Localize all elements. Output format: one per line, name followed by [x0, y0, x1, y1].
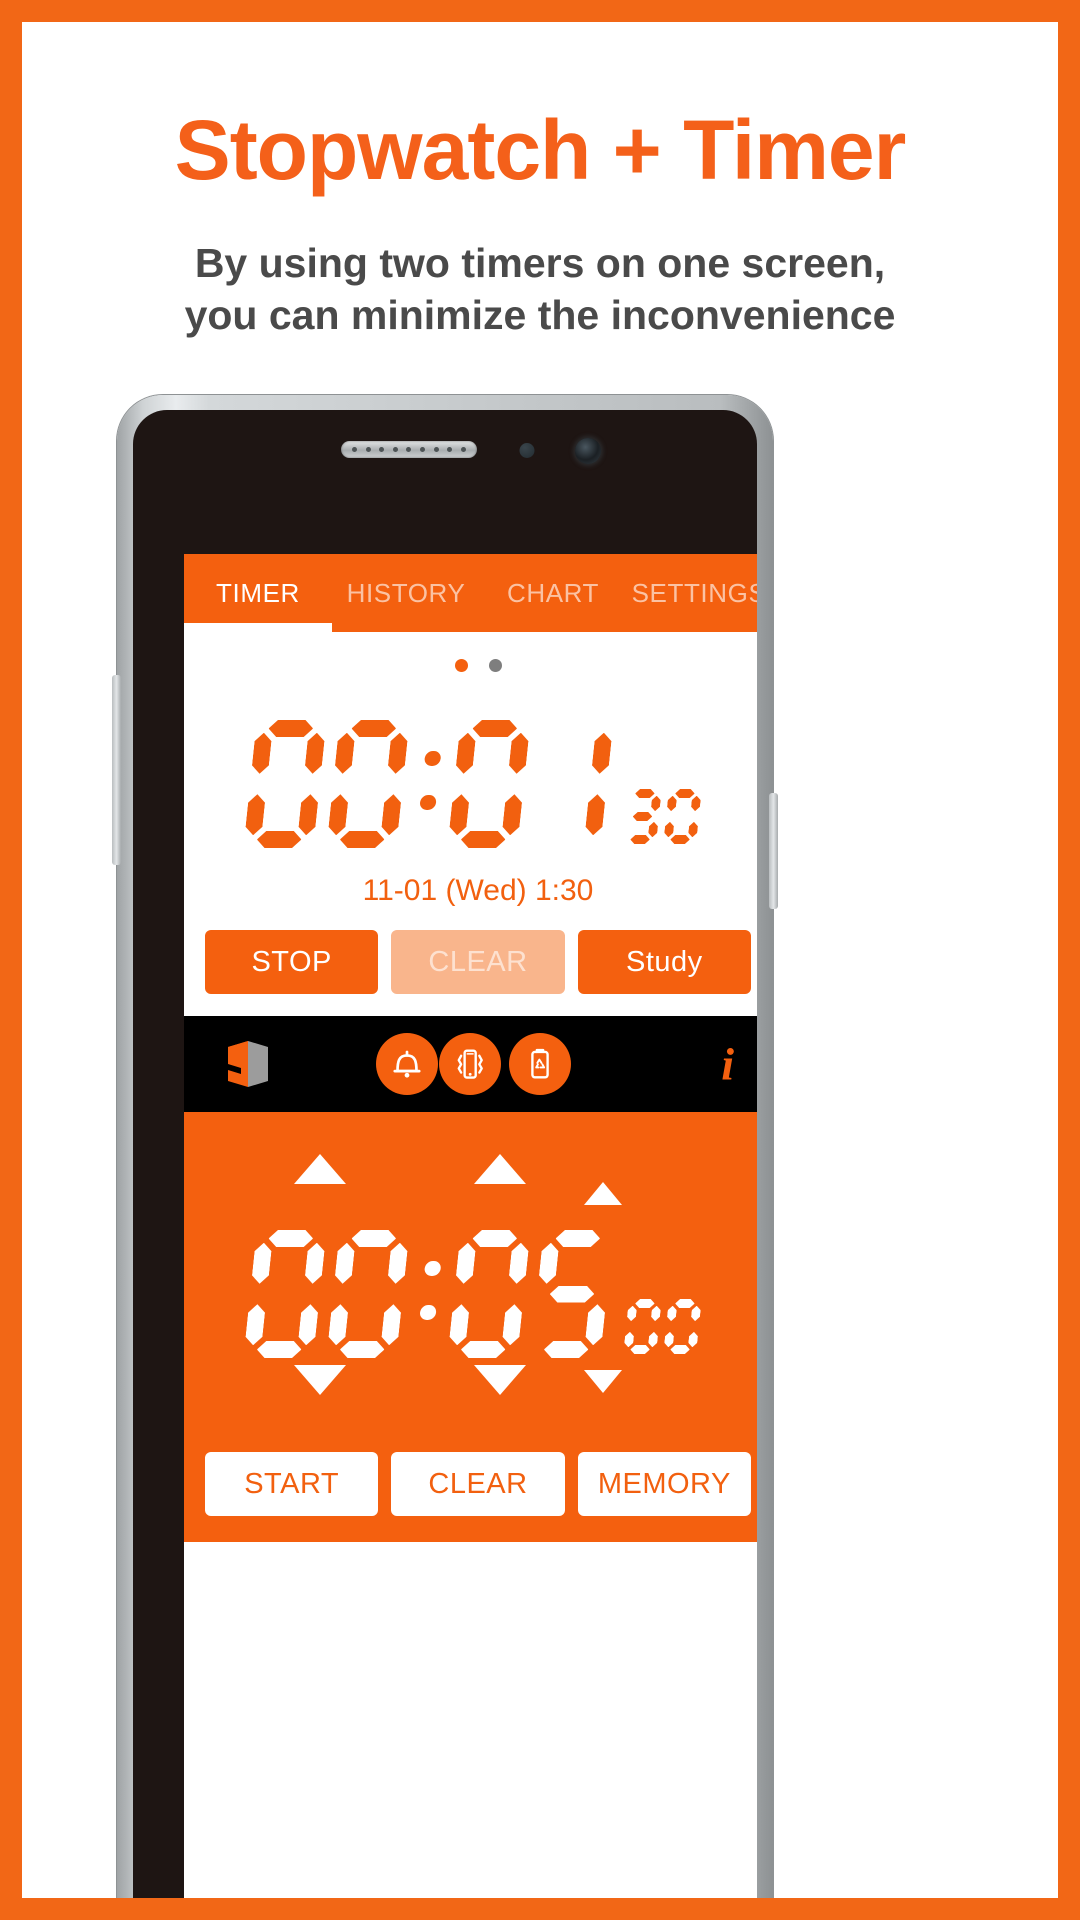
- stop-button[interactable]: STOP: [205, 930, 379, 994]
- front-camera-icon: [575, 438, 601, 464]
- seven-segment-digit: [663, 789, 702, 844]
- page-indicator-dots[interactable]: [184, 632, 757, 672]
- page-dot-active[interactable]: [454, 659, 468, 672]
- proximity-sensor-icon: [519, 443, 535, 458]
- page-subtitle: By using two timers on one screen, you c…: [22, 237, 1058, 342]
- subtitle-line-1: By using two timers on one screen,: [194, 240, 886, 286]
- timer-clear-button[interactable]: CLEAR: [391, 1452, 565, 1516]
- tab-active-indicator: [184, 623, 332, 632]
- bell-glyph: [393, 1050, 421, 1078]
- timer-display: [184, 1208, 757, 1358]
- tab-bar: TIMER HISTORY CHART SETTINGS: [184, 554, 757, 632]
- seven-segment-digit: [326, 720, 409, 848]
- volume-button[interactable]: [112, 675, 121, 865]
- phone-bezel: TIMER HISTORY CHART SETTINGS 11-01 (Wed)…: [133, 410, 757, 1898]
- page-title: Stopwatch + Timer: [174, 103, 907, 197]
- seconds-increment-arrow[interactable]: [584, 1182, 622, 1205]
- tab-chart[interactable]: CHART: [480, 578, 626, 609]
- keep-screen-on-icon[interactable]: [509, 1033, 571, 1095]
- seven-segment-digit: [326, 1230, 409, 1358]
- seven-segment-digit: [663, 1299, 702, 1354]
- seven-segment-digit: [530, 1230, 613, 1358]
- minutes-decrement-arrow[interactable]: [474, 1365, 526, 1395]
- vibrate-glyph: [457, 1049, 483, 1079]
- icon-toolbar: i: [184, 1016, 757, 1112]
- stopwatch-record-label: 11-01 (Wed) 1:30: [362, 874, 594, 907]
- seven-segment-digit: [447, 1230, 530, 1358]
- poster-root: Stopwatch + Timer By using two timers on…: [0, 0, 1080, 1920]
- timer-button-row: START CLEAR MEMORY: [184, 1452, 757, 1516]
- app-screen: TIMER HISTORY CHART SETTINGS 11-01 (Wed)…: [184, 554, 757, 1898]
- alarm-bell-icon[interactable]: [376, 1033, 438, 1095]
- power-button[interactable]: [769, 793, 778, 909]
- earpiece-speaker-icon: [341, 441, 477, 458]
- seconds-decrement-arrow[interactable]: [584, 1370, 622, 1393]
- hours-increment-arrow[interactable]: [294, 1154, 346, 1184]
- seven-segment-digit: [530, 720, 613, 848]
- stopwatch-button-row: STOP CLEAR Study: [184, 908, 757, 994]
- seven-segment-digit: [623, 789, 662, 844]
- start-button[interactable]: START: [205, 1452, 379, 1516]
- phone-mockup: TIMER HISTORY CHART SETTINGS 11-01 (Wed)…: [112, 395, 778, 1898]
- tab-timer[interactable]: TIMER: [184, 578, 332, 609]
- seven-segment-digit: [623, 1299, 662, 1354]
- tab-history[interactable]: HISTORY: [332, 578, 480, 609]
- tab-settings[interactable]: SETTINGS: [626, 578, 757, 609]
- seven-segment-digit: [243, 720, 326, 848]
- seven-segment-small-digits: [626, 789, 706, 844]
- screen-power-glyph: [531, 1048, 549, 1079]
- page-dot-inactive[interactable]: [488, 659, 502, 672]
- seven-segment-digit: [447, 720, 530, 848]
- subtitle-line-2: you can minimize the inconvenience: [184, 292, 896, 339]
- stopwatch-clear-button[interactable]: CLEAR: [391, 930, 565, 994]
- vibrate-phone-icon[interactable]: [439, 1033, 501, 1095]
- study-label-button[interactable]: Study: [577, 930, 751, 994]
- seven-segment-digit: [243, 1230, 326, 1358]
- app-logo-icon: [228, 1041, 268, 1087]
- hours-decrement-arrow[interactable]: [294, 1365, 346, 1395]
- memory-button[interactable]: MEMORY: [577, 1452, 751, 1516]
- timer-panel: START CLEAR MEMORY: [184, 1112, 757, 1542]
- info-icon[interactable]: i: [721, 1038, 734, 1091]
- minutes-increment-arrow[interactable]: [474, 1154, 526, 1184]
- seven-segment-small-digits: [626, 1299, 706, 1354]
- stopwatch-display: [184, 696, 757, 848]
- white-card: Stopwatch + Timer By using two timers on…: [22, 22, 1058, 1898]
